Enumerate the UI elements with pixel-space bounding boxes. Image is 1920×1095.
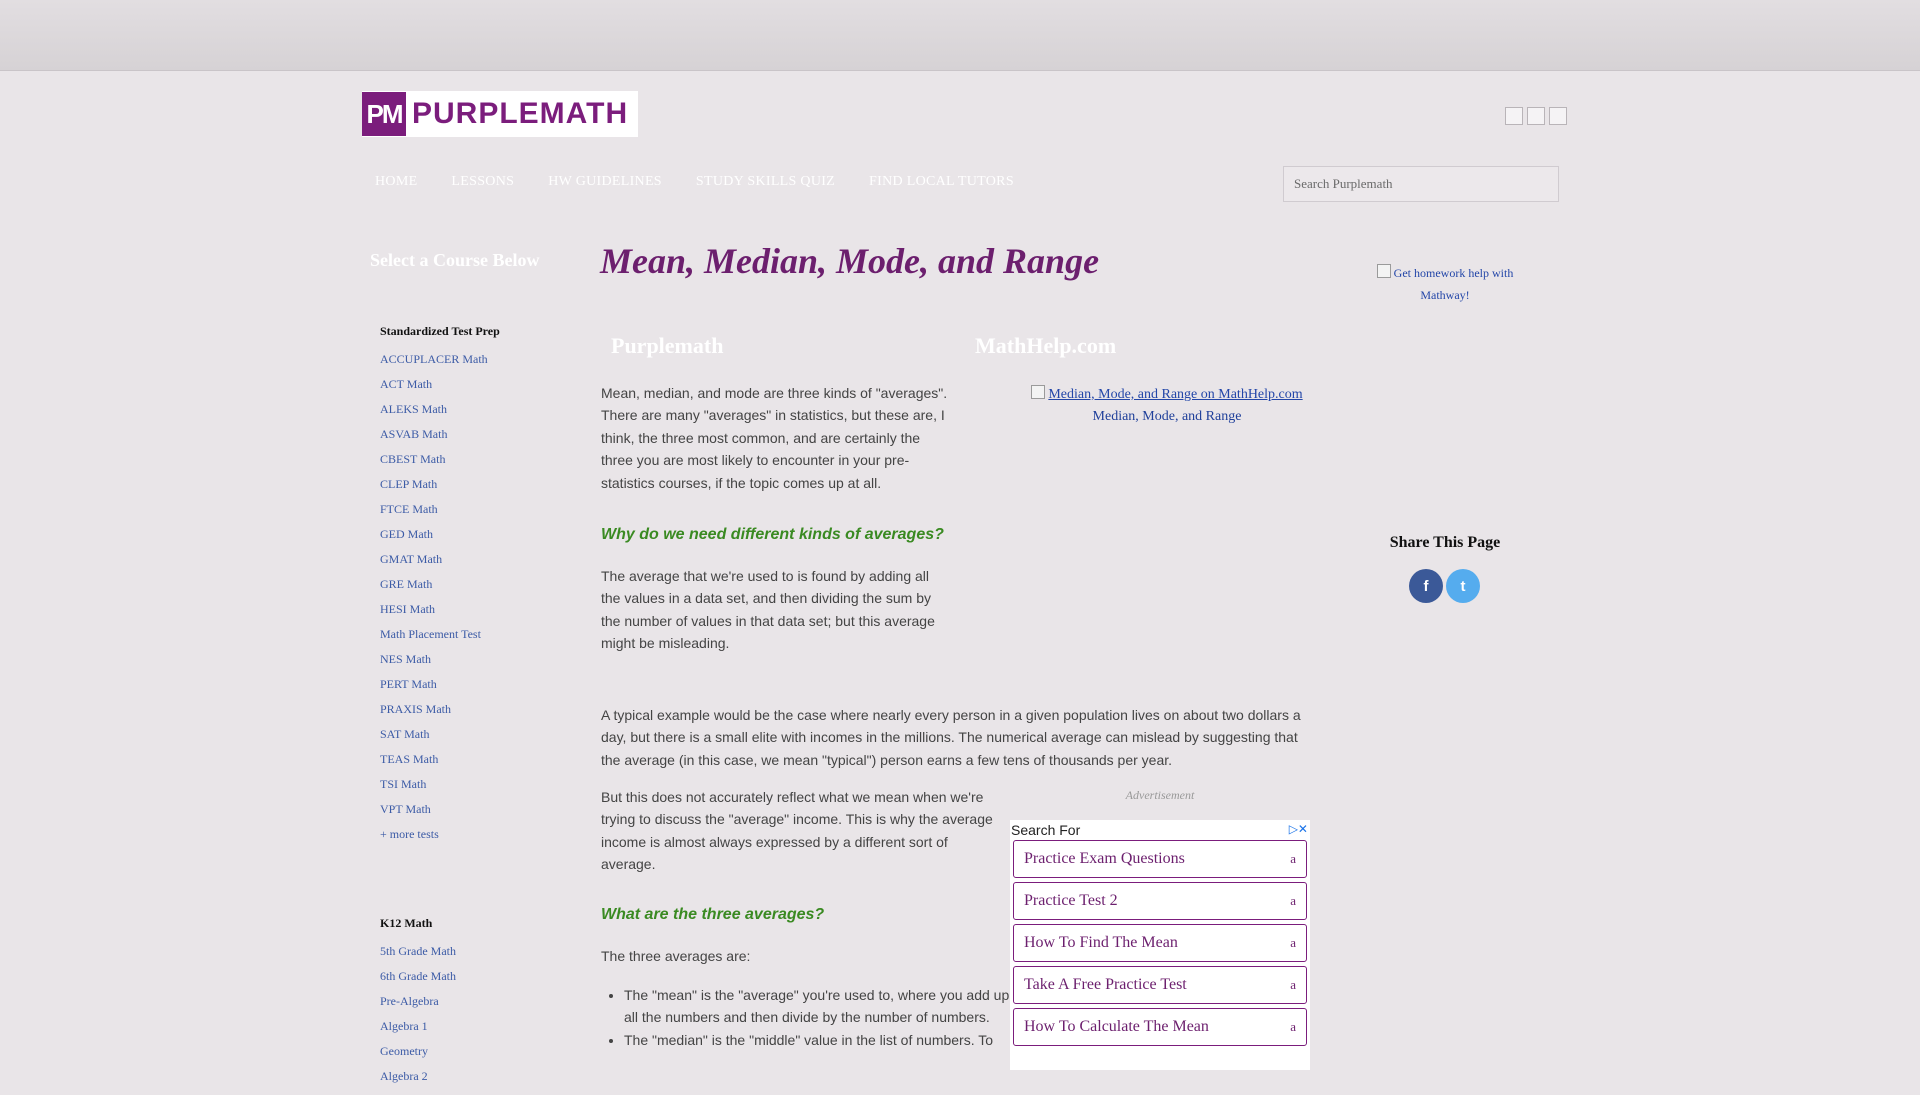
chevron-icon: a [1290,935,1296,950]
sidebar-link[interactable]: VPT Math [380,803,500,828]
advertisement-box: Search For ▷✕ Practice Exam Questions a P… [1010,820,1310,1070]
sidebar-link[interactable]: TEAS Math [380,753,500,778]
mathhelp-caption-link[interactable]: Median, Mode, and Range [1093,409,1242,424]
list-item: The "median" is the "middle" value in th… [624,1029,1016,1051]
sidebar-link[interactable]: CBEST Math [380,453,500,478]
paragraph-typical-example: A typical example would be the case wher… [601,707,1301,768]
sidebar-link[interactable]: 5th Grade Math [380,945,456,970]
chevron-icon: a [1290,1019,1296,1034]
facebook-share-icon[interactable]: f [1409,569,1443,603]
paragraph-three-averages: The three averages are: [601,948,751,964]
ad-search-item[interactable]: Take A Free Practice Test a [1013,966,1307,1004]
sidebar-link[interactable]: Algebra 1 [380,1020,456,1045]
purplemath-logo[interactable]: PM PURPLEMATH [362,91,638,137]
sidebar-link[interactable]: NES Math [380,653,500,678]
mathhelp-heading: MathHelp.com [975,333,1117,358]
mathway-link[interactable]: Get homework help with Mathway! [1376,264,1513,302]
logo-mark: PM [362,92,406,136]
sidebar-link[interactable]: HESI Math [380,603,500,628]
intro-paragraph: Mean, median, and mode are three kinds o… [601,385,948,491]
chevron-icon: a [1290,893,1296,908]
list-item: The "mean" is the "average" you're used … [624,984,1016,1029]
social-icon-3[interactable] [1549,107,1567,125]
sidebar-link[interactable]: ACT Math [380,378,500,403]
nav-find-local-tutors[interactable]: FIND LOCAL TUTORS [869,174,1014,190]
sidebar-link[interactable]: PERT Math [380,678,500,703]
nav-lessons[interactable]: LESSONS [451,174,514,190]
advertisement-label: Advertisement [1125,788,1195,802]
course-group-k12: K12 Math 5th Grade Math 6th Grade Math P… [380,916,456,1095]
sidebar-link[interactable]: SAT Math [380,728,500,753]
mathhelp-video-link[interactable]: Median, Mode, and Range on MathHelp.com … [1002,384,1332,428]
main-nav: HOME LESSONS HW GUIDELINES STUDY SKILLS … [375,174,1048,190]
header-social-icons [1505,107,1567,125]
averages-list: The "mean" is the "average" you're used … [600,984,1016,1051]
sidebar-link[interactable]: GED Math [380,528,500,553]
sidebar-link[interactable]: GMAT Math [380,553,500,578]
ad-search-item[interactable]: How To Find The Mean a [1013,924,1307,962]
ad-search-item[interactable]: How To Calculate The Mean a [1013,1008,1307,1046]
logo-text: PURPLEMATH [412,97,629,130]
subheading-why-averages: Why do we need different kinds of averag… [601,526,944,543]
nav-home[interactable]: HOME [375,174,417,190]
sidebar-link[interactable]: TSI Math [380,778,500,803]
adchoices-icon[interactable]: ▷✕ [1289,822,1308,836]
sidebar-link[interactable]: ACCUPLACER Math [380,353,500,378]
ad-search-item[interactable]: Practice Test 2a [1013,882,1307,920]
social-icon-1[interactable] [1505,107,1523,125]
sidebar-link[interactable]: 6th Grade Math [380,970,456,995]
paragraph-misleading: But this does not accurately reflect wha… [601,789,993,873]
course-group-test-prep: Standardized Test Prep ACCUPLACER Math A… [380,324,500,853]
sidebar-link[interactable]: Geometry [380,1045,456,1070]
ad-search-for: Search For [1011,822,1081,838]
ad-header: Search For ▷✕ [1010,820,1310,838]
course-group-heading: Standardized Test Prep [380,324,500,338]
share-title: Share This Page [1389,534,1501,551]
sidebar-link[interactable]: ASVAB Math [380,428,500,453]
mathhelp-image-link[interactable]: Median, Mode, and Range on MathHelp.com [1031,385,1303,402]
page-title: Mean, Median, Mode, and Range [600,241,1100,281]
sidebar-link[interactable]: Pre-Algebra [380,995,456,1020]
nav-study-skills-quiz[interactable]: STUDY SKILLS QUIZ [696,174,835,190]
mathway-promo[interactable]: Get homework help with Mathway! [1360,262,1530,306]
sidebar-link[interactable]: ALEKS Math [380,403,500,428]
nav-hw-guidelines[interactable]: HW GUIDELINES [548,174,662,190]
sidebar-title: Select a Course Below [370,250,540,270]
chevron-icon: a [1290,977,1296,992]
share-buttons: f t [1409,569,1480,603]
broken-image-icon [1031,385,1046,399]
sidebar-link-more-tests[interactable]: + more tests [380,828,500,853]
top-banner [0,0,1920,71]
course-group-heading: K12 Math [380,916,433,930]
chevron-icon: a [1290,851,1296,866]
paragraph-average: The average that we're used to is found … [601,568,935,652]
subheading-three-averages: What are the three averages? [601,906,825,923]
broken-image-icon [1376,264,1391,278]
sidebar-link[interactable]: GRE Math [380,578,500,603]
sidebar-link[interactable]: PRAXIS Math [380,703,500,728]
sidebar-link[interactable]: CLEP Math [380,478,500,503]
purplemath-heading: Purplemath [611,333,724,358]
sidebar-link[interactable]: Algebra 2 [380,1070,456,1095]
sidebar-link[interactable]: Math Placement Test [380,628,500,653]
ad-search-item[interactable]: Practice Exam Questions a [1013,840,1307,878]
twitter-share-icon[interactable]: t [1446,569,1480,603]
search-input[interactable] [1283,166,1559,202]
sidebar-link[interactable]: FTCE Math [380,503,500,528]
social-icon-2[interactable] [1527,107,1545,125]
